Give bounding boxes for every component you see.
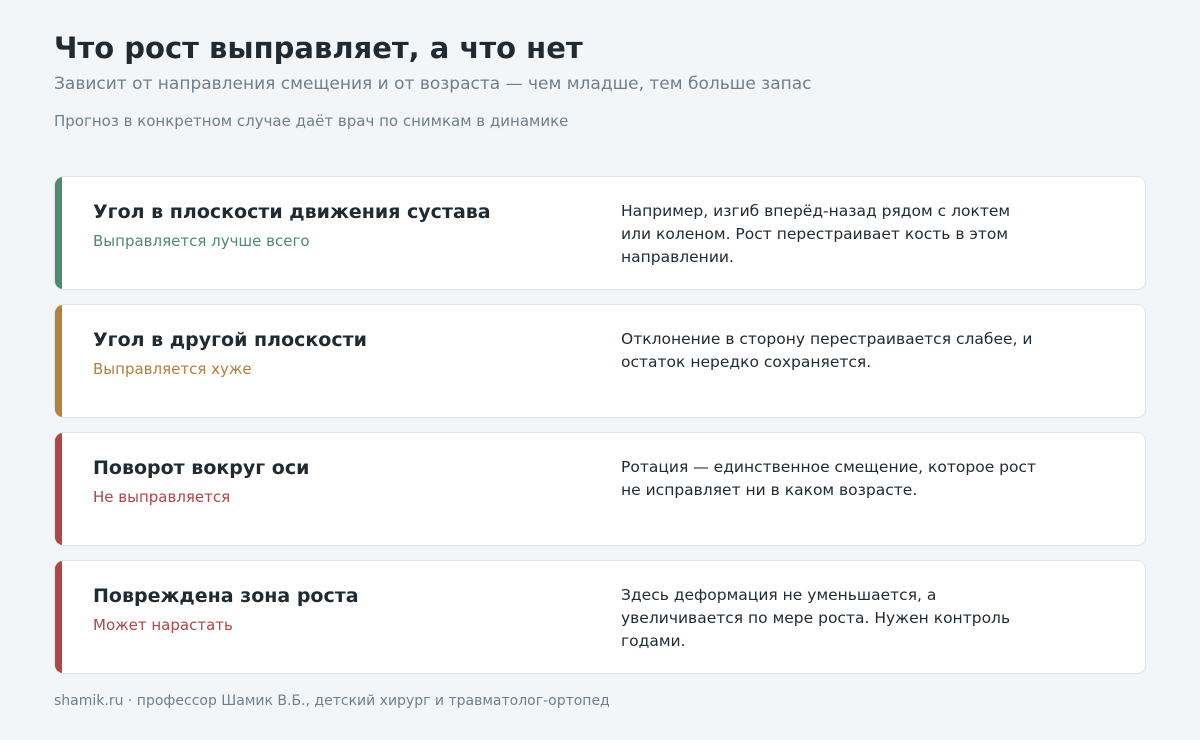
card-description: Например, изгиб вперёд-назад рядом с лок… (621, 202, 1011, 266)
card-status: Может нарастать (93, 616, 233, 634)
card-accent-bar (55, 305, 62, 417)
card-status: Выправляется хуже (93, 360, 252, 378)
card-angle-motion-plane: Угол в плоскости движения сустава Выправ… (54, 176, 1146, 290)
page-title: Что рост выправляет, а что нет (54, 31, 583, 65)
cards-list: Угол в плоскости движения сустава Выправ… (54, 176, 1146, 688)
card-accent-bar (55, 561, 62, 673)
card-angle-other-plane: Угол в другой плоскости Выправляется хуж… (54, 304, 1146, 418)
card-title: Поворот вокруг оси (93, 457, 310, 479)
card-description: Отклонение в сторону перестраивается сла… (621, 330, 1033, 371)
card-description: Ротация — единственное смещение, которое… (621, 458, 1037, 499)
card-description: Здесь деформация не уменьшается, а увели… (621, 586, 1011, 650)
footer-credit: shamik.ru · профессор Шамик В.Б., детски… (54, 693, 610, 709)
page-note: Прогноз в конкретном случае даёт врач по… (54, 112, 569, 130)
card-accent-bar (55, 433, 62, 545)
card-title: Повреждена зона роста (93, 585, 359, 607)
card-title: Угол в другой плоскости (93, 329, 367, 351)
card-status: Выправляется лучше всего (93, 232, 310, 250)
card-title: Угол в плоскости движения сустава (93, 201, 491, 223)
card-growth-plate: Повреждена зона роста Может нарастать Зд… (54, 560, 1146, 674)
card-status: Не выправляется (93, 488, 231, 506)
page-subtitle: Зависит от направления смещения и от воз… (54, 74, 812, 94)
card-accent-bar (55, 177, 62, 289)
card-rotation: Поворот вокруг оси Не выправляется Ротац… (54, 432, 1146, 546)
